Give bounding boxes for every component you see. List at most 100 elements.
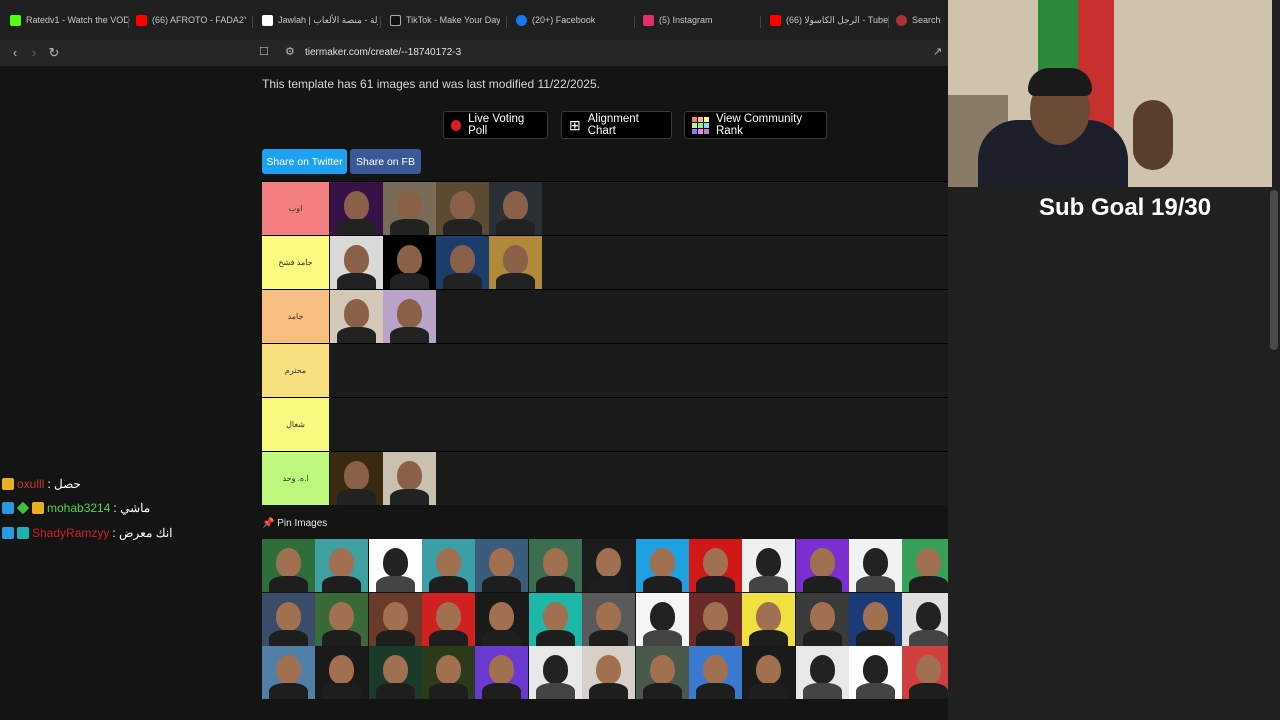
pool-image[interactable]	[742, 592, 796, 646]
pin-images-toggle[interactable]: 📌 Pin Images	[262, 518, 327, 529]
tier-row: محترم⚙⌃⌄	[262, 343, 1008, 397]
forward-icon[interactable]: ›	[25, 44, 43, 62]
chat-message: ShadyRamzyy : انك معرض	[2, 524, 242, 542]
back-icon[interactable]: ‹	[6, 44, 24, 62]
jawlah-icon	[262, 14, 273, 26]
tier-items	[330, 236, 542, 289]
browser-tab[interactable]: Jawlah | جولة - منصة الألعاب	[262, 10, 378, 30]
pool-image[interactable]	[422, 539, 476, 592]
pool-image[interactable]	[422, 646, 476, 699]
pool-image[interactable]	[475, 592, 529, 646]
pool-image[interactable]	[688, 592, 742, 646]
live-voting-poll-button[interactable]: Live Voting Poll	[443, 111, 548, 139]
pool-image[interactable]	[635, 592, 689, 646]
record-icon	[451, 119, 462, 131]
tier-label[interactable]: اوب	[262, 182, 329, 235]
pool-image[interactable]	[315, 592, 369, 646]
tier-image[interactable]	[383, 452, 436, 505]
browser-tab[interactable]: (66) AFROTO - FADA2Y -	[136, 10, 246, 30]
tier-image[interactable]	[489, 236, 542, 289]
tier-image[interactable]	[383, 290, 436, 343]
pool-image[interactable]	[635, 539, 689, 592]
tier-image[interactable]	[383, 236, 436, 289]
browser-tab[interactable]: (5) Instagram	[643, 10, 753, 30]
tier-label[interactable]: شغال	[262, 398, 329, 451]
browser-tab[interactable]: TikTok - Make Your Day	[390, 10, 500, 30]
pool-image[interactable]	[795, 646, 849, 699]
tier-image[interactable]	[383, 182, 436, 235]
tier-row: اوب⚙⌃⌄	[262, 181, 1008, 235]
tier-label[interactable]: جامد	[262, 290, 329, 343]
pool-image[interactable]	[422, 592, 476, 646]
crown-badge-icon	[32, 502, 44, 514]
pool-image[interactable]	[262, 539, 315, 592]
tier-label[interactable]: ا.ه. وحد	[262, 452, 329, 505]
pool-image[interactable]	[795, 592, 849, 646]
browser-tab[interactable]: (66) الرجل الكاسولا - Tube	[770, 10, 888, 30]
pool-image[interactable]	[528, 646, 582, 699]
browser-tab[interactable]: Search	[896, 10, 946, 30]
tier-label[interactable]: محترم	[262, 344, 329, 397]
tier-image[interactable]	[489, 182, 542, 235]
pool-image[interactable]	[848, 539, 902, 592]
pool-image[interactable]	[528, 539, 582, 592]
view-community-rank-button[interactable]: View Community Rank	[684, 111, 827, 139]
tier-image[interactable]	[436, 236, 489, 289]
pool-image[interactable]	[475, 539, 529, 592]
pool-image[interactable]	[742, 646, 796, 699]
tier-label[interactable]: جامد فشخ	[262, 236, 329, 289]
pool-image[interactable]	[475, 646, 529, 699]
tier-row: جامد⚙⌃⌄	[262, 289, 1008, 343]
share-facebook-button[interactable]: Share on FB	[350, 149, 421, 174]
tier-image[interactable]	[330, 290, 383, 343]
site-info-icon[interactable]: ⚙	[285, 45, 295, 58]
pool-image[interactable]	[582, 592, 636, 646]
pool-image[interactable]	[582, 646, 636, 699]
reload-icon[interactable]: ↻	[45, 44, 63, 62]
bookmark-icon[interactable]: ☐	[259, 45, 269, 58]
tier-items	[330, 290, 436, 343]
browser-tab[interactable]: (20+) Facebook	[516, 10, 626, 30]
pool-image[interactable]	[368, 592, 422, 646]
chat-message: mohab3214 : ماشي	[2, 499, 242, 517]
pool-image[interactable]	[848, 646, 902, 699]
sub-goal-counter: Sub Goal 19/30	[1039, 194, 1212, 221]
alignment-chart-button[interactable]: ⊞ Alignment Chart	[561, 111, 672, 139]
pool-image[interactable]	[315, 646, 369, 699]
pool-image[interactable]	[795, 539, 849, 592]
tier-image[interactable]	[330, 236, 383, 289]
tiktok-icon	[390, 14, 401, 26]
pool-image[interactable]	[688, 646, 742, 699]
url-field[interactable]: tiermaker.com/create/--18740172-3	[305, 47, 461, 58]
tier-image[interactable]	[330, 182, 383, 235]
pool-image[interactable]	[368, 539, 422, 592]
address-bar: ‹ › ↻ ☐ ⚙ tiermaker.com/create/--1874017…	[0, 40, 948, 66]
pool-image[interactable]	[848, 592, 902, 646]
pool-image[interactable]	[635, 646, 689, 699]
pool-image[interactable]	[582, 539, 636, 592]
youtube-icon	[770, 14, 781, 26]
pin-icon: 📌	[262, 518, 275, 529]
tier-items	[330, 452, 436, 505]
grid-icon: ⊞	[569, 117, 581, 133]
search-tab-icon	[896, 14, 907, 26]
pool-image[interactable]	[528, 592, 582, 646]
pool-image[interactable]	[262, 592, 315, 646]
og-badge-icon	[17, 527, 29, 539]
pool-image[interactable]	[688, 539, 742, 592]
diamond-badge-icon	[16, 501, 30, 515]
template-info: This template has 61 images and was last…	[262, 77, 600, 91]
scrollbar[interactable]	[1270, 190, 1278, 350]
tiermaker-page: This template has 61 images and was last…	[0, 66, 1009, 720]
tier-image[interactable]	[436, 182, 489, 235]
tier-image[interactable]	[330, 452, 383, 505]
browser-tab[interactable]: Ratedv1 - Watch the VOD	[10, 10, 130, 30]
share-icon[interactable]: ↗	[933, 45, 942, 58]
share-twitter-button[interactable]: Share on Twitter	[262, 149, 347, 174]
pool-image[interactable]	[315, 539, 369, 592]
pool-image[interactable]	[742, 539, 796, 592]
youtube-icon	[136, 14, 147, 26]
pool-image[interactable]	[262, 646, 315, 699]
tier-row: جامد فشخ⚙⌃⌄	[262, 235, 1008, 289]
pool-image[interactable]	[368, 646, 422, 699]
